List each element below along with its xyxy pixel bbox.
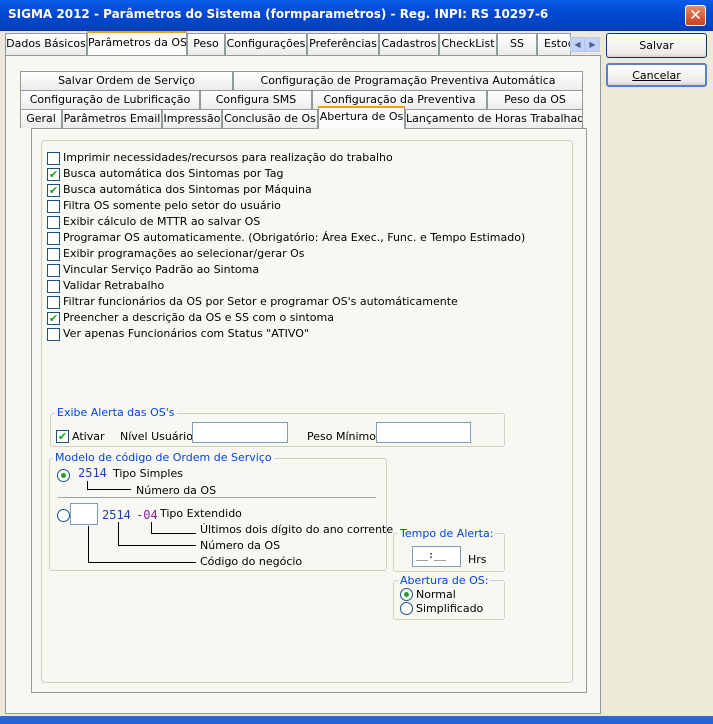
- code-model-divider: [58, 497, 376, 498]
- tab-estoque[interactable]: Estoc: [537, 33, 571, 55]
- option-label: Imprimir necessidades/recursos para real…: [63, 151, 393, 164]
- subtab-salvar-ordem-servico[interactable]: Salvar Ordem de Serviço: [20, 71, 233, 90]
- subtab-peso-da-os[interactable]: Peso da OS: [487, 90, 583, 109]
- simple-connector-h: [87, 489, 131, 490]
- alert-time-unit: Hrs: [468, 553, 487, 566]
- opening-mode-title: Abertura de OS:: [398, 574, 491, 587]
- user-level-input[interactable]: [192, 422, 288, 443]
- option-checkbox[interactable]: [47, 328, 60, 341]
- tab-cadastros[interactable]: Cadastros: [379, 33, 439, 55]
- option-label: Vincular Serviço Padrão ao Sintoma: [63, 263, 260, 276]
- tab-scroll-left-icon[interactable]: ◀: [570, 37, 585, 52]
- subtab-config-preventiva-automatica[interactable]: Configuração de Programação Preventiva A…: [233, 71, 583, 90]
- option-label: Filtrar funcionários da OS por Setor e p…: [63, 295, 458, 308]
- activate-alert-label: Ativar: [72, 430, 105, 443]
- option-label: Busca automática dos Sintomas por Máquin…: [63, 183, 312, 196]
- option-checkbox[interactable]: [47, 264, 60, 277]
- subtab-config-lubrificacao[interactable]: Configuração de Lubrificação: [20, 90, 200, 109]
- subtab-conclusao-de-os[interactable]: Conclusão de Os: [222, 109, 318, 128]
- number-connector-h: [118, 545, 196, 546]
- min-weight-label: Peso Mínimo d: [307, 430, 377, 443]
- business-desc-label: Código do negócio: [200, 555, 303, 568]
- simple-code-sample: 2514: [78, 466, 107, 480]
- option-label: Filtra OS somente pelo setor do usuário: [63, 199, 281, 212]
- option-checkbox[interactable]: ✔: [47, 312, 60, 325]
- extended-type-label: Tipo Extendido: [160, 507, 242, 520]
- option-checkbox[interactable]: [47, 280, 60, 293]
- subtab-lancamento-horas[interactable]: Lançamento de Horas Trabalhadas: [405, 109, 583, 128]
- business-code-input[interactable]: [70, 503, 98, 525]
- tab-preferencias[interactable]: Preferências: [307, 33, 379, 55]
- number-connector-v: [118, 522, 119, 546]
- simple-desc-label: Número da OS: [136, 484, 217, 497]
- tab-peso[interactable]: Peso: [187, 33, 225, 55]
- user-level-label: Nível Usuário: [120, 430, 193, 443]
- option-label: Exibir cálculo de MTTR ao salvar OS: [63, 215, 261, 228]
- subtab-geral[interactable]: Geral: [20, 109, 62, 128]
- year-connector-h: [151, 533, 196, 534]
- simple-type-radio[interactable]: [57, 469, 70, 482]
- simple-type-label: Tipo Simples: [113, 467, 183, 480]
- option-checkbox[interactable]: [47, 296, 60, 309]
- check-mark-icon: ✔: [48, 168, 59, 181]
- extended-code-sample: 2514: [102, 508, 131, 522]
- subtab-parametros-email[interactable]: Parâmetros Email: [62, 109, 162, 128]
- option-label: Busca automática dos Sintomas por Tag: [63, 167, 284, 180]
- subtab-configura-sms[interactable]: Configura SMS: [200, 90, 312, 109]
- option-label: Validar Retrabalho: [63, 279, 165, 292]
- number-desc-label: Número da OS: [200, 539, 281, 552]
- option-label: Exibir programações ao selecionar/gerar …: [63, 247, 305, 260]
- cancel-button[interactable]: Cancelar: [606, 63, 707, 87]
- tab-dados-basicos[interactable]: Dados Básicos: [5, 33, 87, 55]
- option-label: Preencher a descrição da OS e SS com o s…: [63, 311, 334, 324]
- opening-normal-radio[interactable]: [400, 588, 413, 601]
- option-checkbox[interactable]: [47, 248, 60, 261]
- option-checkbox[interactable]: [47, 152, 60, 165]
- tab-configuracoes[interactable]: Configurações: [225, 33, 307, 55]
- min-weight-input[interactable]: [376, 422, 471, 443]
- save-button[interactable]: Salvar: [606, 33, 707, 58]
- business-connector-v: [88, 526, 89, 563]
- tab-scroll-right-icon[interactable]: ▶: [585, 37, 600, 52]
- subtab-impressao[interactable]: Impressão: [162, 109, 222, 128]
- subtab-abertura-de-os[interactable]: Abertura de Os: [318, 106, 405, 129]
- alert-time-title: Tempo de Alerta:: [398, 527, 496, 540]
- activate-alert-checkbox[interactable]: ✔: [56, 430, 69, 443]
- extended-type-radio[interactable]: [57, 509, 70, 522]
- option-checkbox[interactable]: ✔: [47, 168, 60, 181]
- year-desc-label: Últimos dois dígito do ano corrente: [200, 523, 394, 536]
- option-checkbox[interactable]: ✔: [47, 184, 60, 197]
- option-label: Ver apenas Funcionários com Status "ATIV…: [63, 327, 309, 340]
- opening-simplified-radio[interactable]: [400, 602, 413, 615]
- option-checkbox[interactable]: [47, 200, 60, 213]
- option-label: Programar OS automaticamente. (Obrigatór…: [63, 231, 526, 244]
- code-model-group-title: Modelo de código de Ordem de Serviço: [53, 451, 274, 464]
- option-checkbox[interactable]: [47, 216, 60, 229]
- window-title: SIGMA 2012 - Parâmetros do Sistema (form…: [8, 7, 549, 21]
- check-mark-icon: ✔: [48, 184, 59, 197]
- alert-group-title: Exibe Alerta das OS's: [55, 406, 177, 419]
- opening-normal-label: Normal: [416, 588, 456, 601]
- option-checkbox[interactable]: [47, 232, 60, 245]
- tab-ss[interactable]: SS: [497, 33, 537, 55]
- close-button[interactable]: ✕: [685, 5, 706, 26]
- business-connector-h: [88, 562, 196, 563]
- extended-suffix-sample: -04: [136, 508, 158, 522]
- check-mark-icon: ✔: [57, 430, 68, 443]
- alert-time-input[interactable]: __:__: [412, 546, 461, 567]
- tab-checklist[interactable]: CheckList: [439, 33, 497, 55]
- taskbar: [0, 716, 713, 724]
- opening-simplified-label: Simplificado: [416, 602, 484, 615]
- check-mark-icon: ✔: [48, 312, 59, 325]
- tab-parametros-da-os[interactable]: Parâmetros da OS: [87, 31, 187, 55]
